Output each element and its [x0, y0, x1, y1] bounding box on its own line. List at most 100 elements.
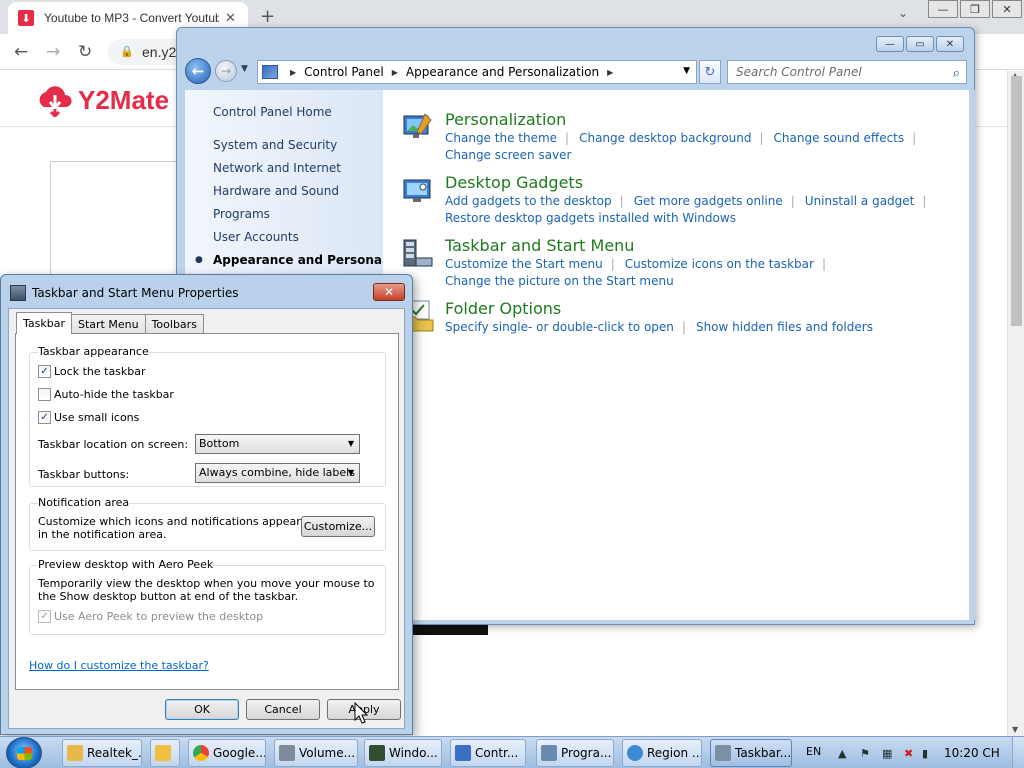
taskbar-buttons-select[interactable]: Always combine, hide labels ▼: [195, 463, 360, 483]
scrollbar-thumb[interactable]: [1011, 76, 1022, 326]
minimize-icon[interactable]: —: [928, 0, 958, 18]
taskbar-item-region[interactable]: Region ...: [622, 739, 702, 767]
tab-start-menu[interactable]: Start Menu: [71, 314, 146, 334]
maximize-icon[interactable]: ▭: [906, 36, 934, 52]
separator: |: [619, 194, 624, 208]
cancel-button[interactable]: Cancel: [246, 699, 320, 720]
small-icons-checkbox[interactable]: ✓ Use small icons: [38, 411, 139, 424]
group-title: Taskbar appearance: [38, 345, 149, 358]
dropdown-arrow-icon[interactable]: ▼: [348, 464, 354, 482]
taskbar-item-taskbar-props[interactable]: Taskbar...: [710, 739, 792, 767]
category-links-row: Change the picture on the Start menu: [445, 274, 682, 288]
cp-main-pane: Personalization Change the theme | Change…: [383, 90, 969, 620]
separator: |: [790, 194, 795, 208]
reload-icon[interactable]: ↻: [78, 42, 92, 62]
link-restore-gadgets[interactable]: Restore desktop gadgets installed with W…: [445, 211, 736, 225]
ok-button[interactable]: OK: [165, 699, 239, 720]
tab-taskbar[interactable]: Taskbar: [16, 312, 72, 334]
show-desktop-button[interactable]: [1012, 737, 1024, 768]
taskbar-item-control-panel[interactable]: Contr...: [450, 739, 526, 767]
cp-link-network[interactable]: Network and Internet: [213, 161, 341, 175]
checkbox-box[interactable]: ✓: [38, 365, 51, 378]
link-single-double-click[interactable]: Specify single- or double-click to open: [445, 320, 674, 334]
tray-expand-icon[interactable]: ▲: [838, 747, 846, 760]
link-change-screen-saver[interactable]: Change screen saver: [445, 148, 572, 162]
cp-link-home[interactable]: Control Panel Home: [213, 105, 332, 119]
taskbar-item-realtek[interactable]: Realtek_...: [62, 739, 142, 767]
start-button[interactable]: [6, 737, 42, 768]
taskbar-item-windows[interactable]: Windo...: [364, 739, 442, 767]
checkbox-box[interactable]: [38, 388, 51, 401]
link-get-gadgets[interactable]: Get more gadgets online: [634, 194, 783, 208]
dropdown-arrow-icon[interactable]: ▼: [348, 435, 354, 453]
link-change-theme[interactable]: Change the theme: [445, 131, 557, 145]
cp-link-hardware-sound[interactable]: Hardware and Sound: [213, 184, 339, 198]
autohide-taskbar-checkbox[interactable]: Auto-hide the taskbar: [38, 388, 174, 401]
action-center-icon[interactable]: ⚑: [860, 747, 870, 760]
taskbar-item-volume[interactable]: Volume...: [274, 739, 358, 767]
customize-button[interactable]: Customize...: [301, 516, 375, 537]
clock[interactable]: 10:20 CH: [944, 746, 1000, 760]
close-icon[interactable]: ✕: [992, 0, 1022, 18]
checkbox-box[interactable]: ✓: [38, 411, 51, 424]
link-customize-start-menu[interactable]: Customize the Start menu: [445, 257, 603, 271]
close-tab-icon[interactable]: ✕: [225, 11, 236, 26]
network-icon[interactable]: ▦: [882, 747, 892, 760]
lock-taskbar-checkbox[interactable]: ✓ Lock the taskbar: [38, 365, 146, 378]
forward-arrow-icon[interactable]: →: [46, 42, 60, 62]
volume-muted-icon[interactable]: ✖: [904, 747, 913, 760]
link-change-start-picture[interactable]: Change the picture on the Start menu: [445, 274, 674, 288]
breadcrumb-separator-icon[interactable]: ▶: [392, 68, 398, 77]
dialog-title-bar[interactable]: Taskbar and Start Menu Properties ✕: [1, 275, 412, 309]
help-link[interactable]: How do I customize the taskbar?: [29, 659, 209, 672]
separator: |: [610, 257, 615, 271]
cp-link-user-accounts[interactable]: User Accounts: [213, 230, 299, 244]
link-add-gadgets[interactable]: Add gadgets to the desktop: [445, 194, 612, 208]
chevron-down-icon[interactable]: ⌄: [898, 6, 908, 20]
cp-link-programs[interactable]: Programs: [213, 207, 270, 221]
tab-toolbars[interactable]: Toolbars: [144, 314, 204, 334]
page-scrollbar[interactable]: ▲ ▼: [1007, 71, 1024, 736]
forward-arrow-icon[interactable]: →: [215, 60, 237, 82]
taskbar-item-programs[interactable]: Progra...: [536, 739, 614, 767]
close-icon[interactable]: ✕: [936, 36, 964, 52]
speaker-icon: [279, 745, 295, 761]
checkbox-label: Use Aero Peek to preview the desktop: [54, 610, 264, 623]
cp-search-input[interactable]: Search Control Panel ⌕: [727, 60, 967, 84]
refresh-icon[interactable]: ↻: [699, 60, 721, 84]
breadcrumb-control-panel[interactable]: Control Panel: [304, 65, 384, 79]
category-title[interactable]: Desktop Gadgets: [445, 173, 583, 192]
breadcrumb-separator-icon[interactable]: ▶: [607, 68, 613, 77]
search-icon[interactable]: ⌕: [953, 63, 960, 85]
breadcrumb-separator-icon[interactable]: ▶: [290, 68, 296, 77]
cp-address-bar[interactable]: ▶ Control Panel ▶ Appearance and Persona…: [257, 60, 697, 84]
power-icon[interactable]: ▮: [922, 747, 928, 760]
link-customize-taskbar-icons[interactable]: Customize icons on the taskbar: [625, 257, 814, 271]
address-dropdown-icon[interactable]: ▼: [683, 66, 690, 76]
category-title[interactable]: Taskbar and Start Menu: [445, 236, 634, 255]
recent-pages-dropdown-icon[interactable]: ▼: [241, 64, 248, 74]
taskbar-item-label: Volume...: [299, 746, 356, 760]
back-arrow-icon[interactable]: ←: [14, 42, 28, 62]
category-title[interactable]: Folder Options: [445, 299, 561, 318]
new-tab-button[interactable]: +: [260, 6, 275, 27]
taskbar-item-media[interactable]: [150, 739, 180, 767]
back-arrow-icon[interactable]: ←: [185, 58, 211, 84]
site-logo[interactable]: Y2Mate: [34, 83, 169, 117]
minimize-icon[interactable]: —: [876, 36, 904, 52]
taskbar-location-select[interactable]: Bottom ▼: [195, 434, 360, 454]
scroll-down-icon[interactable]: ▼: [1012, 725, 1018, 734]
cp-link-system-security[interactable]: System and Security: [213, 138, 337, 152]
link-show-hidden-files[interactable]: Show hidden files and folders: [696, 320, 873, 334]
link-change-sound[interactable]: Change sound effects: [774, 131, 905, 145]
language-indicator[interactable]: EN: [806, 745, 821, 758]
breadcrumb-appearance[interactable]: Appearance and Personalization: [406, 65, 599, 79]
category-title[interactable]: Personalization: [445, 110, 566, 129]
close-button[interactable]: ✕: [373, 283, 405, 301]
site-dark-bar: [410, 624, 488, 635]
category-links-row: Restore desktop gadgets installed with W…: [445, 211, 744, 225]
restore-icon[interactable]: ❐: [960, 0, 990, 18]
taskbar-item-chrome[interactable]: Google...: [188, 739, 266, 767]
link-change-background[interactable]: Change desktop background: [579, 131, 751, 145]
link-uninstall-gadget[interactable]: Uninstall a gadget: [805, 194, 915, 208]
